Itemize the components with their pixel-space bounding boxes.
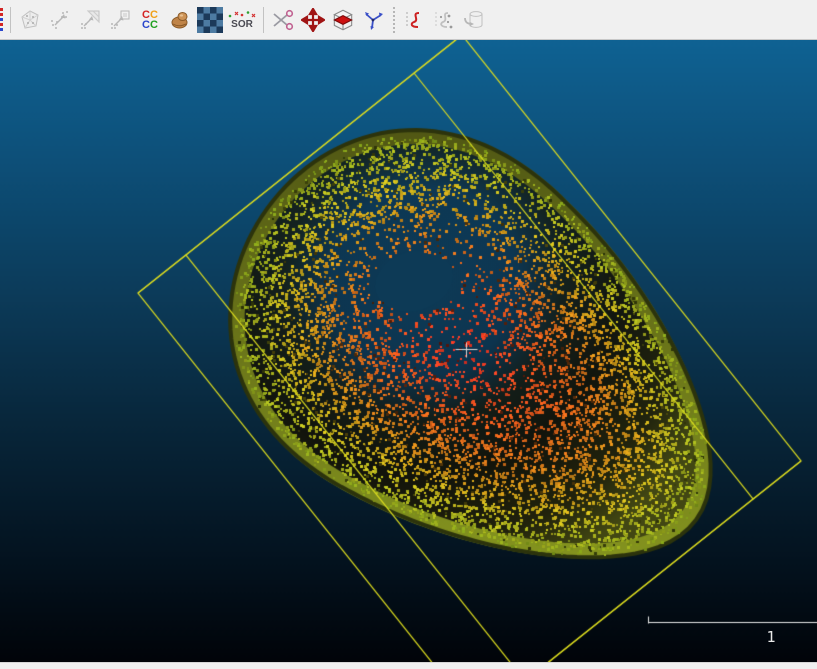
trace-polyline-icon — [402, 8, 426, 32]
subsample-cloud-button[interactable] — [45, 3, 75, 37]
fit-polyline-button[interactable] — [429, 3, 459, 37]
cc-noise-filter-icon: CC CC — [142, 10, 158, 30]
csf-filter-button[interactable] — [165, 3, 195, 37]
fit-polyline-icon — [432, 8, 456, 32]
sor-filter-button[interactable]: SOR — [225, 3, 259, 37]
toolbar-separator — [10, 7, 11, 33]
status-bar — [0, 662, 817, 669]
point-cloud-canvas[interactable] — [0, 40, 817, 662]
cc-letter: C — [142, 19, 150, 31]
cross-section-icon — [330, 7, 356, 33]
sample-points-on-mesh-icon — [18, 8, 42, 32]
red-dot — [0, 23, 3, 26]
clipped-icon-strip[interactable] — [0, 3, 6, 37]
rasterize-cloud-icon — [108, 8, 132, 32]
sor-filter-icon: SOR — [227, 10, 257, 29]
segment-scissors-button[interactable] — [268, 3, 298, 37]
cc-letter: C — [150, 19, 158, 31]
m3c2-comparison-icon — [197, 7, 223, 33]
m3c2-comparison-button[interactable] — [195, 3, 225, 37]
blue-dot — [0, 18, 3, 21]
red-dot — [0, 13, 3, 16]
red-dot — [0, 8, 3, 11]
csf-filter-icon — [168, 8, 192, 32]
main-toolbar: CC CC — [0, 0, 817, 40]
subsample-cloud-icon — [48, 8, 72, 32]
unroll-icon — [462, 8, 486, 32]
point-picking-icon — [361, 8, 385, 32]
unroll-button[interactable] — [459, 3, 489, 37]
toolbar-separator — [263, 7, 264, 33]
triangulate-mesh-icon — [78, 8, 102, 32]
segment-scissors-icon — [271, 8, 295, 32]
3d-viewport[interactable]: 1 — [0, 40, 817, 662]
point-picking-button[interactable] — [358, 3, 388, 37]
sample-points-on-mesh-button[interactable] — [15, 3, 45, 37]
blue-dot — [0, 28, 3, 31]
scale-bar-label: 1 — [754, 628, 788, 646]
translate-rotate-button[interactable] — [298, 3, 328, 37]
translate-rotate-icon — [301, 8, 325, 32]
cross-section-button[interactable] — [328, 3, 358, 37]
rasterize-cloud-button[interactable] — [105, 3, 135, 37]
trace-polyline-button[interactable] — [399, 3, 429, 37]
cloudcompare-window: CC CC — [0, 0, 817, 669]
sor-label: SOR — [231, 20, 253, 29]
toolbar-grip — [391, 7, 396, 33]
cc-noise-filter-button[interactable]: CC CC — [135, 3, 165, 37]
triangulate-mesh-button[interactable] — [75, 3, 105, 37]
